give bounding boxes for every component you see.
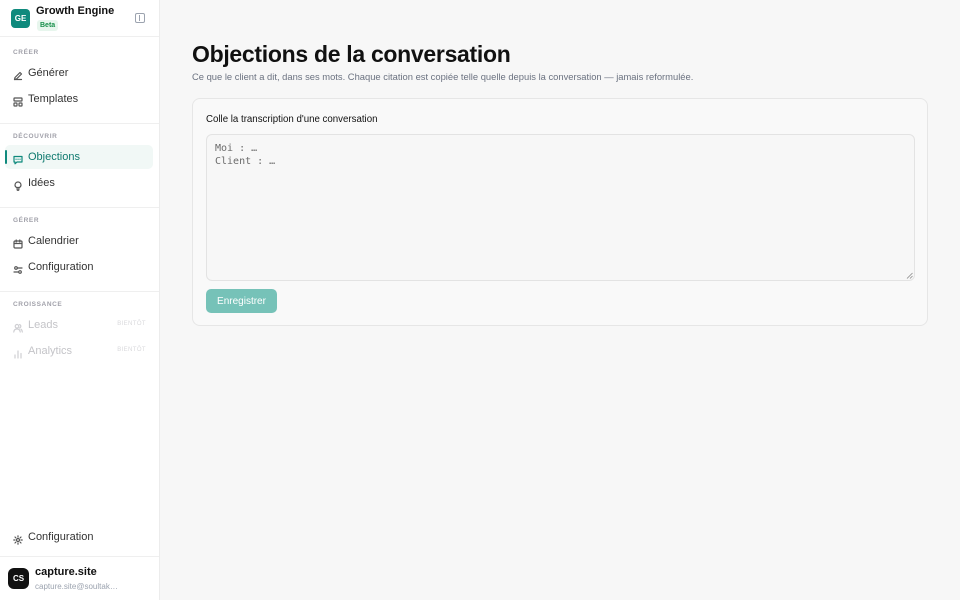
transcript-input[interactable] xyxy=(206,134,915,281)
coming-soon-badge: BIENTÔT xyxy=(117,347,146,353)
nav-group-label-gerer: GÉRER xyxy=(13,217,40,224)
nav-divider xyxy=(0,123,159,124)
sidebar-item-label: Leads xyxy=(28,319,58,331)
transcript-label: Colle la transcription d'une conversatio… xyxy=(206,114,378,125)
sidebar-item-label: Générer xyxy=(28,67,69,79)
sidebar-collapse-icon[interactable] xyxy=(135,13,145,23)
sidebar-item-label: Objections xyxy=(28,151,80,163)
transcript-card: Colle la transcription d'une conversatio… xyxy=(192,98,928,326)
main-content: Objections de la conversation Ce que le … xyxy=(160,0,960,600)
sidebar-item-generer[interactable]: Générer xyxy=(5,61,153,85)
sidebar-item-label: Configuration xyxy=(28,531,94,543)
resize-grip-icon[interactable] xyxy=(906,272,913,279)
page-subtitle: Ce que le client a dit, dans ses mots. C… xyxy=(192,71,694,82)
pencil-icon xyxy=(13,68,23,81)
save-button[interactable]: Enregistrer xyxy=(206,289,277,313)
sidebar-item-configuration[interactable]: Configuration xyxy=(5,255,153,279)
user-email: capture.site@soultak… xyxy=(35,582,118,591)
sidebar-item-label: Idées xyxy=(28,177,55,189)
user-profile[interactable]: CS capture.site capture.site@soultak… xyxy=(0,556,159,600)
sliders-icon xyxy=(13,262,23,274)
gear-icon xyxy=(13,532,23,545)
sidebar-item-idees[interactable]: Idées xyxy=(5,171,153,195)
brand-logo: GE xyxy=(11,9,30,28)
sidebar-item-templates[interactable]: Templates xyxy=(5,87,153,111)
nav-group-label-decouvrir: DÉCOUVRIR xyxy=(13,133,58,140)
sidebar-item-calendrier[interactable]: Calendrier xyxy=(5,229,153,253)
sidebar: GE Growth Engine Beta CRÉER Générer Temp… xyxy=(0,0,160,600)
sidebar-item-leads: Leads BIENTÔT xyxy=(5,313,153,337)
sidebar-item-label: Configuration xyxy=(28,261,94,273)
sidebar-item-label: Analytics xyxy=(28,345,73,357)
nav-group-label-creer: CRÉER xyxy=(13,49,39,56)
brand-name: Growth Engine xyxy=(36,5,115,17)
users-icon xyxy=(13,320,23,333)
avatar: CS xyxy=(8,568,29,589)
sidebar-item-settings[interactable]: Configuration xyxy=(5,525,153,549)
template-icon xyxy=(13,94,23,107)
user-name: capture.site xyxy=(35,566,97,578)
sidebar-item-label: Templates xyxy=(28,93,79,105)
beta-badge: Beta xyxy=(37,20,59,31)
nav-divider xyxy=(0,207,159,208)
message-square-icon xyxy=(13,152,23,165)
nav-group-label-croissance: CROISSANCE xyxy=(13,301,63,308)
lightbulb-icon xyxy=(13,178,23,191)
sidebar-item-objections[interactable]: Objections xyxy=(5,145,153,169)
page-title: Objections de la conversation xyxy=(192,41,511,67)
brand-header: GE Growth Engine Beta xyxy=(0,0,159,37)
bar-chart-icon xyxy=(13,346,23,359)
sidebar-item-label: Calendrier xyxy=(28,235,79,247)
coming-soon-badge: BIENTÔT xyxy=(117,321,146,327)
calendar-icon xyxy=(13,236,23,249)
nav-divider xyxy=(0,291,159,292)
sidebar-item-analytics: Analytics BIENTÔT xyxy=(5,339,153,363)
